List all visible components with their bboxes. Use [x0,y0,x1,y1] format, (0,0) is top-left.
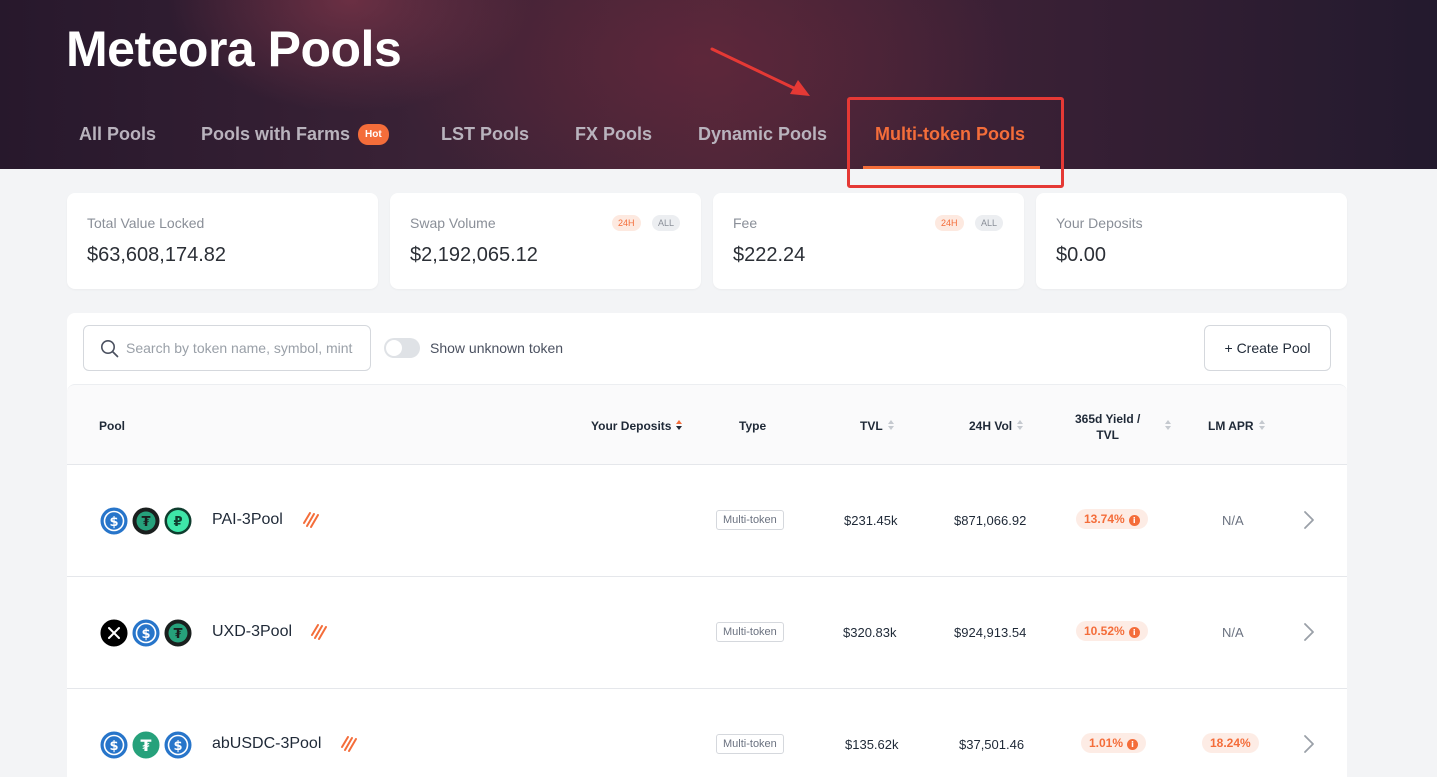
table-header: Pool Your Deposits Type TVL 24H Vol 365d… [67,384,1347,465]
sort-icon-active [676,420,683,430]
usdt-dark-icon: ₮ [163,618,193,648]
usdc-icon: $ [99,730,129,760]
pools-panel: Show unknown token + Create Pool Pool Yo… [67,313,1347,777]
sort-icon [1258,420,1265,430]
usdc-icon: $ [131,618,161,648]
usdc-icon: $ [99,506,129,536]
farm-stripes-icon [311,624,327,640]
stat-value: $0.00 [1056,244,1107,266]
table-row[interactable]: $ ₮ $ abUSDC-3Pool Multi-token $135.62k … [67,689,1347,777]
hot-badge: Hot [358,124,389,145]
info-icon[interactable]: i [1127,739,1139,750]
annotation-arrow-icon [710,47,810,96]
farm-stripes-icon [303,512,319,528]
tab-pools-with-farms[interactable]: Pools with Farms Hot [201,124,389,145]
tab-lst-pools[interactable]: LST Pools [441,124,529,145]
search-icon [101,340,119,358]
svg-text:$: $ [109,515,118,530]
lm-apr-badge: 18.24% [1202,733,1259,753]
table-row[interactable]: $ ₮ ₽ PAI-3Pool Multi-token $231.45k $87… [67,465,1347,577]
col-type: Type [739,419,767,433]
yield-badge: 1.01% i [1081,733,1147,753]
stat-label: Your Deposits [1056,215,1143,231]
tab-fx-pools[interactable]: FX Pools [575,124,652,145]
volume-value: $871,066.92 [954,513,1027,528]
svg-text:₮: ₮ [173,627,182,642]
volume-value: $924,913.54 [954,625,1027,640]
pill-all[interactable]: ALL [652,215,681,231]
sort-icon [1017,420,1024,430]
search-input[interactable] [126,326,358,370]
svg-text:₮: ₮ [140,736,151,755]
usdc-icon: $ [163,730,193,760]
pool-name: UXD-3Pool [212,623,293,640]
info-icon[interactable]: i [1128,515,1140,526]
stat-card-swap-volume: Swap Volume 24H ALL $2,192,065.12 [390,193,701,289]
col-pool: Pool [99,419,125,433]
pill-24h[interactable]: 24H [612,215,641,231]
col-your-deposits[interactable]: Your Deposits [591,419,683,433]
tab-dynamic-pools[interactable]: Dynamic Pools [698,124,827,145]
volume-value: $37,501.46 [959,737,1025,752]
pool-name: abUSDC-3Pool [212,735,322,752]
type-badge: Multi-token [716,510,784,530]
pill-24h[interactable]: 24H [935,215,964,231]
yield-badge: 10.52% i [1076,621,1148,641]
type-badge: Multi-token [716,734,784,754]
stat-value: $63,608,174.82 [87,244,227,266]
tab-all-pools[interactable]: All Pools [79,124,156,145]
svg-text:$: $ [141,627,150,642]
pool-tabs: All Pools Pools with Farms Hot LST Pools … [0,110,1437,169]
toggle-label: Show unknown token [430,340,564,356]
info-icon[interactable]: i [1128,627,1140,638]
col-lm-apr[interactable]: LM APR [1208,419,1265,433]
chevron-right-icon[interactable] [1303,510,1315,530]
stat-label: Fee [733,215,758,231]
show-unknown-token-toggle[interactable] [384,338,420,358]
col-365d-yield[interactable]: 365d Yield / TVL [1075,411,1140,443]
pill-all[interactable]: ALL [975,215,1004,231]
svg-text:₽: ₽ [173,515,182,530]
farm-stripes-icon [341,736,357,752]
uxd-icon [99,618,129,648]
tvl-value: $135.62k [845,737,899,752]
sort-icon [887,420,894,430]
type-badge: Multi-token [716,622,784,642]
tvl-value: $320.83k [843,625,897,640]
chevron-right-icon[interactable] [1303,734,1315,754]
yield-badge: 13.74% i [1076,509,1148,529]
stat-value: $2,192,065.12 [410,244,538,266]
tvl-value: $231.45k [844,513,898,528]
pool-name: PAI-3Pool [212,511,283,528]
annotation-highlight-box [847,97,1064,188]
stat-value: $222.24 [733,244,806,266]
stat-label: Swap Volume [410,215,496,231]
chevron-right-icon[interactable] [1303,622,1315,642]
usdt-dark-icon: ₮ [131,506,161,536]
col-24h-vol[interactable]: 24H Vol [969,419,1024,433]
lm-apr-value: N/A [1222,513,1244,528]
page-header: Meteora Pools All Pools Pools with Farms… [0,0,1437,169]
stat-card-your-deposits: Your Deposits $0.00 [1036,193,1347,289]
toggle-knob [386,340,402,356]
stat-label: Total Value Locked [87,215,205,231]
search-box [83,325,371,371]
table-row[interactable]: $ ₮ UXD-3Pool Multi-token $320.83k $924,… [67,577,1347,689]
lm-apr-value: N/A [1222,625,1244,640]
pai-icon: ₽ [163,506,193,536]
col-tvl[interactable]: TVL [860,419,894,433]
page-title: Meteora Pools [66,21,402,77]
sort-icon[interactable] [1165,420,1171,430]
stat-card-fee: Fee 24H ALL $222.24 [713,193,1024,289]
svg-text:$: $ [109,739,118,754]
svg-text:$: $ [173,739,182,754]
usdt-icon: ₮ [131,730,161,760]
create-pool-button[interactable]: + Create Pool [1204,325,1331,371]
svg-text:₮: ₮ [141,515,150,530]
stat-card-tvl: Total Value Locked $63,608,174.82 [67,193,378,289]
